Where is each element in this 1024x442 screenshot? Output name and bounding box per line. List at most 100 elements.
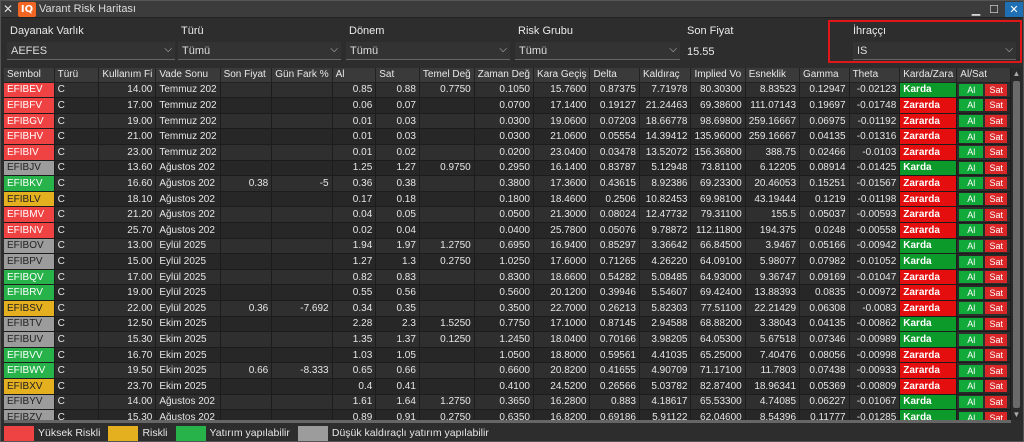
dayanak-select[interactable]: AEFES ⌵ (7, 42, 175, 60)
table-row[interactable]: EFIBEV C 14.00 Temmuz 202 0.85 0.88 0.7750 0.10… (4, 82, 1011, 99)
column-header[interactable]: Zaman Değ (474, 68, 534, 83)
table-row[interactable]: EFIBZV C 15.30 Ağustos 202 0.89 0.91 0.2750 0.6… (4, 409, 1011, 420)
buy-button[interactable]: Al (959, 99, 984, 112)
symbol-cell[interactable]: EFIBMV (4, 206, 55, 223)
window-close-icon[interactable]: ✕ (1005, 1, 1023, 17)
column-header[interactable]: Esneklik (745, 68, 801, 83)
column-header[interactable]: Gamma (799, 68, 850, 83)
buy-button[interactable]: Al (959, 317, 984, 330)
buy-button[interactable]: Al (959, 411, 984, 420)
minimize-icon[interactable]: ▁ (967, 2, 985, 17)
symbol-cell[interactable]: EFIBIV (4, 144, 55, 161)
table-row[interactable]: EFIBXV C 23.70 Ekim 2025 0.4 0.41 0.4100 24.520… (4, 378, 1011, 395)
sell-button[interactable]: Sat (985, 380, 1008, 393)
table-row[interactable]: EFIBMV C 21.20 Ağustos 202 0.04 0.05 0.0500 21.… (4, 206, 1011, 223)
sell-button[interactable]: Sat (985, 239, 1008, 252)
buy-button[interactable]: Al (959, 302, 984, 315)
column-header[interactable]: Kullanım Fi (98, 68, 157, 83)
sell-button[interactable]: Sat (985, 302, 1008, 315)
buy-button[interactable]: Al (959, 177, 984, 190)
scroll-up-icon[interactable]: ▲ (1011, 68, 1022, 79)
maximize-icon[interactable]: ☐ (985, 2, 1003, 17)
sell-button[interactable]: Sat (985, 255, 1008, 268)
donem-select[interactable]: Tümü ⌵ (346, 42, 510, 60)
symbol-cell[interactable]: EFIBUV (4, 331, 55, 348)
sell-button[interactable]: Sat (985, 333, 1008, 346)
symbol-cell[interactable]: EFIBPV (4, 253, 55, 270)
table-row[interactable]: EFIBSV C 22.00 Eylül 2025 0.36 -7.692 0.34 0.35… (4, 300, 1011, 317)
symbol-cell[interactable]: EFIBYV (4, 394, 55, 411)
column-header[interactable]: Delta (589, 68, 640, 83)
column-header[interactable]: Al/Sat (956, 68, 1011, 83)
symbol-cell[interactable]: EFIBXV (4, 378, 55, 395)
sell-button[interactable]: Sat (985, 271, 1008, 284)
column-header[interactable]: Türü (54, 68, 100, 83)
buy-button[interactable]: Al (959, 130, 984, 143)
table-row[interactable]: EFIBJV C 13.60 Ağustos 202 1.25 1.27 0.9750 0.2… (4, 160, 1011, 177)
buy-button[interactable]: Al (959, 380, 984, 393)
table-row[interactable]: EFIBNV C 25.70 Ağustos 202 0.02 0.04 0.0400 25.… (4, 222, 1011, 239)
table-row[interactable]: EFIBUV C 15.30 Ekim 2025 1.35 1.37 0.1250 1.245… (4, 331, 1011, 348)
turu-select[interactable]: Tümü ⌵ (178, 42, 341, 60)
sell-button[interactable]: Sat (985, 161, 1008, 174)
buy-button[interactable]: Al (959, 333, 984, 346)
table-row[interactable]: EFIBYV C 14.00 Ağustos 202 1.61 1.64 1.2750 0.3… (4, 394, 1011, 411)
table-row[interactable]: EFIBLV C 18.10 Ağustos 202 0.17 0.18 0.1800 18.… (4, 191, 1011, 208)
sell-button[interactable]: Sat (985, 411, 1008, 420)
column-header[interactable]: Kara Geçiş (533, 68, 591, 83)
buy-button[interactable]: Al (959, 146, 984, 159)
sell-button[interactable]: Sat (985, 83, 1008, 96)
symbol-cell[interactable]: EFIBJV (4, 160, 55, 177)
scroll-thumb[interactable] (1013, 81, 1020, 408)
table-row[interactable]: EFIBVV C 16.70 Ekim 2025 1.03 1.05 1.0500 18.80… (4, 347, 1011, 364)
buy-button[interactable]: Al (959, 349, 984, 362)
column-header[interactable]: Gün Fark % (271, 68, 333, 83)
table-row[interactable]: EFIBOV C 13.00 Eylül 2025 1.94 1.97 1.2750 0.69… (4, 238, 1011, 255)
sell-button[interactable]: Sat (985, 146, 1008, 159)
buy-button[interactable]: Al (959, 239, 984, 252)
symbol-cell[interactable]: EFIBGV (4, 113, 55, 130)
sell-button[interactable]: Sat (985, 115, 1008, 128)
table-row[interactable]: EFIBFV C 17.00 Temmuz 202 0.06 0.07 0.0700 17.1… (4, 97, 1011, 114)
risk-select[interactable]: Tümü ⌵ (515, 42, 680, 60)
symbol-cell[interactable]: EFIBVV (4, 347, 55, 364)
buy-button[interactable]: Al (959, 395, 984, 408)
column-header[interactable]: Al (332, 68, 377, 83)
buy-button[interactable]: Al (959, 286, 984, 299)
close-icon[interactable]: ✕ (1, 1, 15, 18)
buy-button[interactable]: Al (959, 161, 984, 174)
symbol-cell[interactable]: EFIBQV (4, 269, 55, 286)
sell-button[interactable]: Sat (985, 208, 1008, 221)
table-row[interactable]: EFIBPV C 15.00 Eylül 2025 1.27 1.3 0.2750 1.025… (4, 253, 1011, 270)
buy-button[interactable]: Al (959, 208, 984, 221)
symbol-cell[interactable]: EFIBHV (4, 128, 55, 145)
buy-button[interactable]: Al (959, 193, 984, 206)
vertical-scrollbar[interactable]: ▲ ▼ (1011, 68, 1022, 420)
symbol-cell[interactable]: EFIBTV (4, 316, 55, 333)
sell-button[interactable]: Sat (985, 99, 1008, 112)
sell-button[interactable]: Sat (985, 364, 1008, 377)
symbol-cell[interactable]: EFIBRV (4, 284, 55, 302)
buy-button[interactable]: Al (959, 115, 984, 128)
sell-button[interactable]: Sat (985, 177, 1008, 190)
column-header[interactable]: Son Fiyat (220, 68, 273, 83)
buy-button[interactable]: Al (959, 83, 984, 96)
sell-button[interactable]: Sat (985, 193, 1008, 206)
buy-button[interactable]: Al (959, 255, 984, 268)
column-header[interactable]: Kaldıraç (639, 68, 692, 83)
symbol-cell[interactable]: EFIBKV (4, 175, 55, 192)
symbol-cell[interactable]: EFIBOV (4, 238, 55, 255)
symbol-cell[interactable]: EFIBWV (4, 362, 55, 380)
column-header[interactable]: Sat (375, 68, 420, 83)
symbol-cell[interactable]: EFIBSV (4, 300, 55, 317)
table-row[interactable]: EFIBWV C 19.50 Ekim 2025 0.66 -8.333 0.65 0.66 0… (4, 362, 1011, 380)
symbol-cell[interactable]: EFIBZV (4, 409, 55, 420)
symbol-cell[interactable]: EFIBFV (4, 97, 55, 114)
column-header[interactable]: Temel Değ (419, 68, 475, 83)
column-header[interactable]: Karda/Zara (899, 68, 958, 83)
table-row[interactable]: EFIBIV C 23.00 Temmuz 202 0.01 0.02 0.0200 23.0… (4, 144, 1011, 161)
table-row[interactable]: EFIBTV C 12.50 Ekim 2025 2.28 2.3 1.5250 0.7750… (4, 316, 1011, 333)
table-row[interactable]: EFIBGV C 19.00 Temmuz 202 0.01 0.03 0.0300 19.0… (4, 113, 1011, 130)
scroll-down-icon[interactable]: ▼ (1011, 409, 1022, 420)
sell-button[interactable]: Sat (985, 349, 1008, 362)
